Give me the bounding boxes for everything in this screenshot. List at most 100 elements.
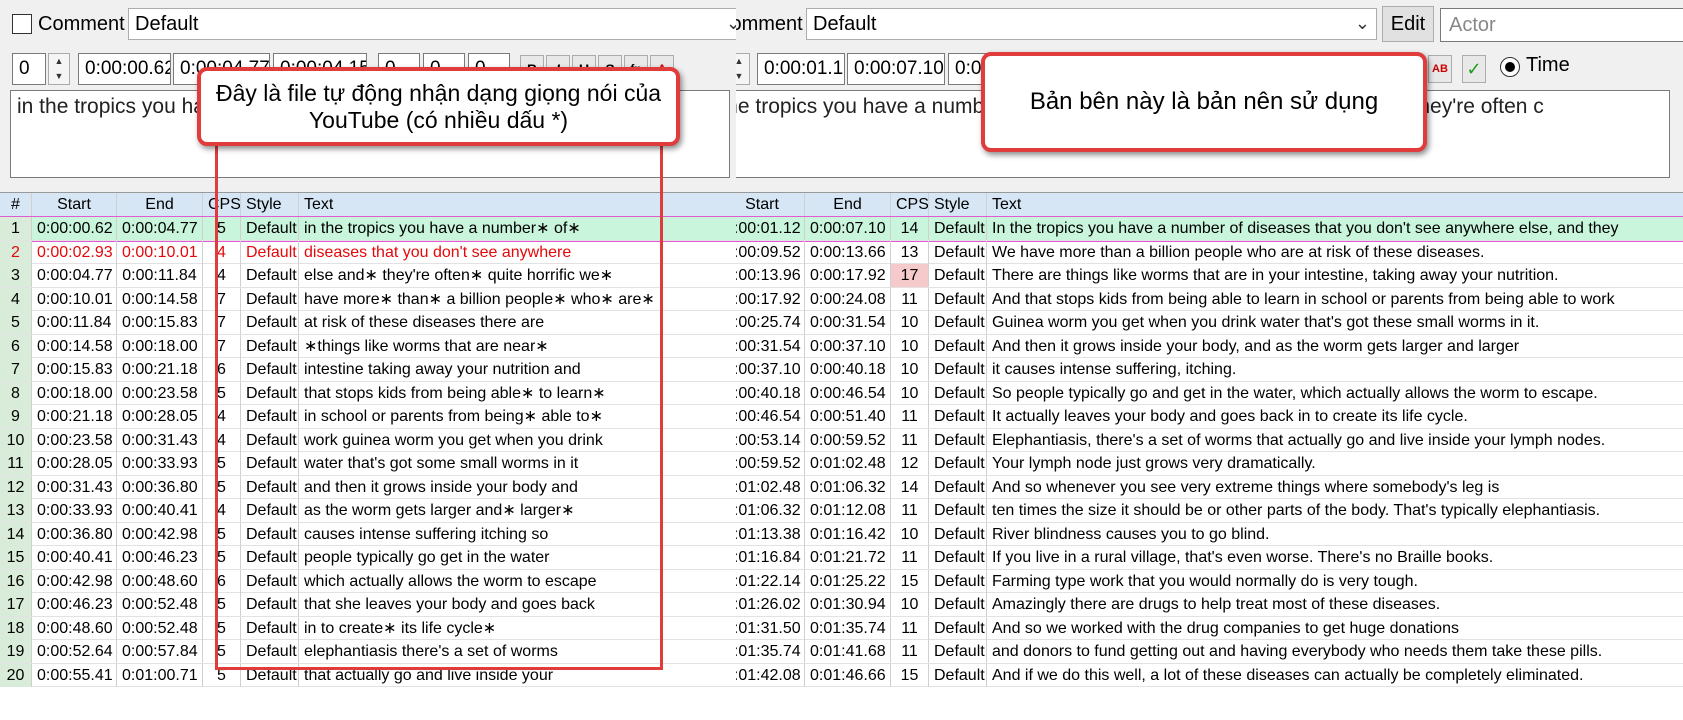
end-time-field[interactable]: 0:00:07.10 bbox=[847, 53, 945, 85]
row-start: 0:00:33.93 bbox=[32, 499, 117, 522]
row-start: 0:01:22.14 bbox=[736, 569, 805, 593]
comment-checkbox[interactable] bbox=[12, 14, 32, 34]
row-end: 0:00:46.54 bbox=[805, 381, 891, 405]
down-arrow-icon[interactable]: ▼ bbox=[736, 69, 749, 84]
down-arrow-icon[interactable]: ▼ bbox=[49, 69, 69, 84]
style-combo[interactable]: Default ⌄ bbox=[806, 8, 1377, 40]
table-row[interactable]: 140:01:13.380:01:16.4210DefaultRiver bli… bbox=[736, 522, 1683, 546]
table-row[interactable]: 120:01:02.480:01:06.3214DefaultAnd so wh… bbox=[736, 475, 1683, 499]
row-style: Default bbox=[929, 569, 987, 593]
table-row[interactable]: 170:01:26.020:01:30.9410DefaultAmazingly… bbox=[736, 593, 1683, 617]
col-end[interactable]: End bbox=[117, 193, 203, 217]
table-row[interactable]: 130:01:06.320:01:12.0811Defaultten times… bbox=[736, 499, 1683, 523]
row-style: Default bbox=[929, 593, 987, 616]
col-text[interactable]: Text bbox=[987, 193, 1683, 217]
commit-check-icon[interactable]: ✓ bbox=[1462, 55, 1486, 83]
highlight-frame bbox=[215, 140, 663, 670]
col-start[interactable]: Start bbox=[736, 193, 805, 217]
col-style[interactable]: Style bbox=[929, 193, 987, 217]
row-style: Default bbox=[929, 640, 987, 663]
layer-field[interactable]: 0 bbox=[12, 53, 46, 85]
style-value: Default bbox=[135, 13, 199, 35]
layer-spinner[interactable]: ▲ ▼ bbox=[736, 53, 750, 85]
row-start: 0:00:18.00 bbox=[32, 381, 117, 405]
row-end: 0:00:15.83 bbox=[117, 311, 203, 334]
row-end: 0:01:02.48 bbox=[805, 452, 891, 475]
table-row[interactable]: 50:00:25.740:00:31.5410DefaultGuinea wor… bbox=[736, 311, 1683, 335]
comment-label: Comment bbox=[38, 13, 125, 35]
style-value: Default bbox=[813, 13, 877, 35]
row-text: Your lymph node just grows very dramatic… bbox=[987, 452, 1683, 475]
row-cps: 11 bbox=[891, 428, 929, 452]
row-cps: 14 bbox=[891, 475, 929, 499]
spell-icon[interactable]: AB bbox=[1428, 55, 1452, 83]
table-row[interactable]: 90:00:46.540:00:51.4011DefaultIt actuall… bbox=[736, 405, 1683, 429]
table-row[interactable]: 20:00:09.520:00:13.6613DefaultWe have mo… bbox=[736, 240, 1683, 264]
row-style: Default bbox=[929, 217, 987, 240]
table-row[interactable]: 40:00:17.920:00:24.0811DefaultAnd that s… bbox=[736, 287, 1683, 311]
actor-input[interactable]: Actor bbox=[1440, 8, 1683, 42]
row-end: 0:00:59.52 bbox=[805, 428, 891, 452]
col-start[interactable]: Start bbox=[32, 193, 117, 217]
row-end: 0:00:48.60 bbox=[117, 569, 203, 593]
col-end[interactable]: End bbox=[805, 193, 891, 217]
row-text: If you live in a rural village, that's e… bbox=[987, 546, 1683, 569]
row-cps: 15 bbox=[891, 663, 929, 687]
row-start: 0:00:55.41 bbox=[32, 663, 117, 687]
row-start: 0:00:14.58 bbox=[32, 334, 117, 358]
row-number: 18 bbox=[0, 616, 32, 640]
annotation-callout: Bản bên này là bản nên sử dụng bbox=[981, 52, 1427, 152]
table-row[interactable]: 70:00:37.100:00:40.1810Defaultit causes … bbox=[736, 358, 1683, 382]
start-time-field[interactable]: 0:00:00.62 bbox=[78, 53, 171, 85]
time-radio[interactable] bbox=[1500, 57, 1520, 77]
row-number: 9 bbox=[0, 405, 32, 428]
subtitle-grid: # Start End CPS Style Text 10:00:01.120:… bbox=[736, 192, 1683, 720]
start-time-field[interactable]: 0:00:01.12 bbox=[757, 53, 845, 85]
row-text: Farming type work that you would normall… bbox=[987, 570, 1683, 593]
row-cps: 11 bbox=[891, 546, 929, 569]
layer-spinner[interactable]: ▲ ▼ bbox=[48, 53, 70, 85]
row-end: 0:00:33.93 bbox=[117, 452, 203, 475]
table-row[interactable]: 150:01:16.840:01:21.7211DefaultIf you li… bbox=[736, 546, 1683, 570]
row-end: 0:00:14.58 bbox=[117, 287, 203, 311]
up-arrow-icon[interactable]: ▲ bbox=[736, 54, 749, 69]
style-combo[interactable]: Default ⌄ bbox=[128, 8, 736, 40]
row-number: 14 bbox=[0, 522, 32, 546]
row-start: 0:00:40.41 bbox=[32, 546, 117, 569]
row-end: 0:00:46.23 bbox=[117, 546, 203, 569]
table-row[interactable]: 200:01:42.080:01:46.6615DefaultAnd if we… bbox=[736, 663, 1683, 687]
row-text: And that stops kids from being able to l… bbox=[987, 288, 1683, 311]
table-row[interactable]: 110:00:59.520:01:02.4812DefaultYour lymp… bbox=[736, 452, 1683, 476]
table-row[interactable]: 100:00:53.140:00:59.5211DefaultElephanti… bbox=[736, 428, 1683, 452]
row-end: 0:01:35.74 bbox=[805, 616, 891, 640]
row-style: Default bbox=[929, 264, 987, 287]
table-row[interactable]: 80:00:40.180:00:46.5410DefaultSo people … bbox=[736, 381, 1683, 405]
row-end: 0:00:13.66 bbox=[805, 240, 891, 264]
table-row[interactable]: 160:01:22.140:01:25.2215DefaultFarming t… bbox=[736, 569, 1683, 593]
row-number: 3 bbox=[0, 264, 32, 287]
row-number: 7 bbox=[0, 358, 32, 381]
row-end: 0:00:17.92 bbox=[805, 264, 891, 287]
row-style: Default bbox=[929, 546, 987, 569]
row-end: 0:00:51.40 bbox=[805, 405, 891, 428]
row-style: Default bbox=[929, 334, 987, 358]
row-text: River blindness causes you to go blind. bbox=[987, 523, 1683, 546]
table-row[interactable]: 10:00:01.120:00:07.1014DefaultIn the tro… bbox=[736, 216, 1683, 242]
table-row[interactable]: 180:01:31.500:01:35.7411DefaultAnd so we… bbox=[736, 616, 1683, 640]
row-end: 0:00:52.48 bbox=[117, 593, 203, 616]
edit-style-button[interactable]: Edit bbox=[1382, 6, 1434, 42]
table-row[interactable]: 60:00:31.540:00:37.1010DefaultAnd then i… bbox=[736, 334, 1683, 358]
row-style: Default bbox=[929, 616, 987, 640]
table-row[interactable]: 190:01:35.740:01:41.6811Defaultand donor… bbox=[736, 640, 1683, 664]
row-start: 0:00:37.10 bbox=[736, 358, 805, 381]
row-style: Default bbox=[929, 358, 987, 381]
row-end: 0:00:52.48 bbox=[117, 616, 203, 640]
up-arrow-icon[interactable]: ▲ bbox=[49, 54, 69, 69]
col-cps[interactable]: CPS bbox=[891, 193, 929, 217]
row-start: 0:00:23.58 bbox=[32, 428, 117, 452]
row-start: 0:00:31.43 bbox=[32, 475, 117, 499]
row-end: 0:01:06.32 bbox=[805, 475, 891, 499]
row-number: 16 bbox=[0, 569, 32, 593]
table-row[interactable]: 30:00:13.960:00:17.9217DefaultThere are … bbox=[736, 264, 1683, 288]
col-num[interactable]: # bbox=[0, 193, 32, 217]
